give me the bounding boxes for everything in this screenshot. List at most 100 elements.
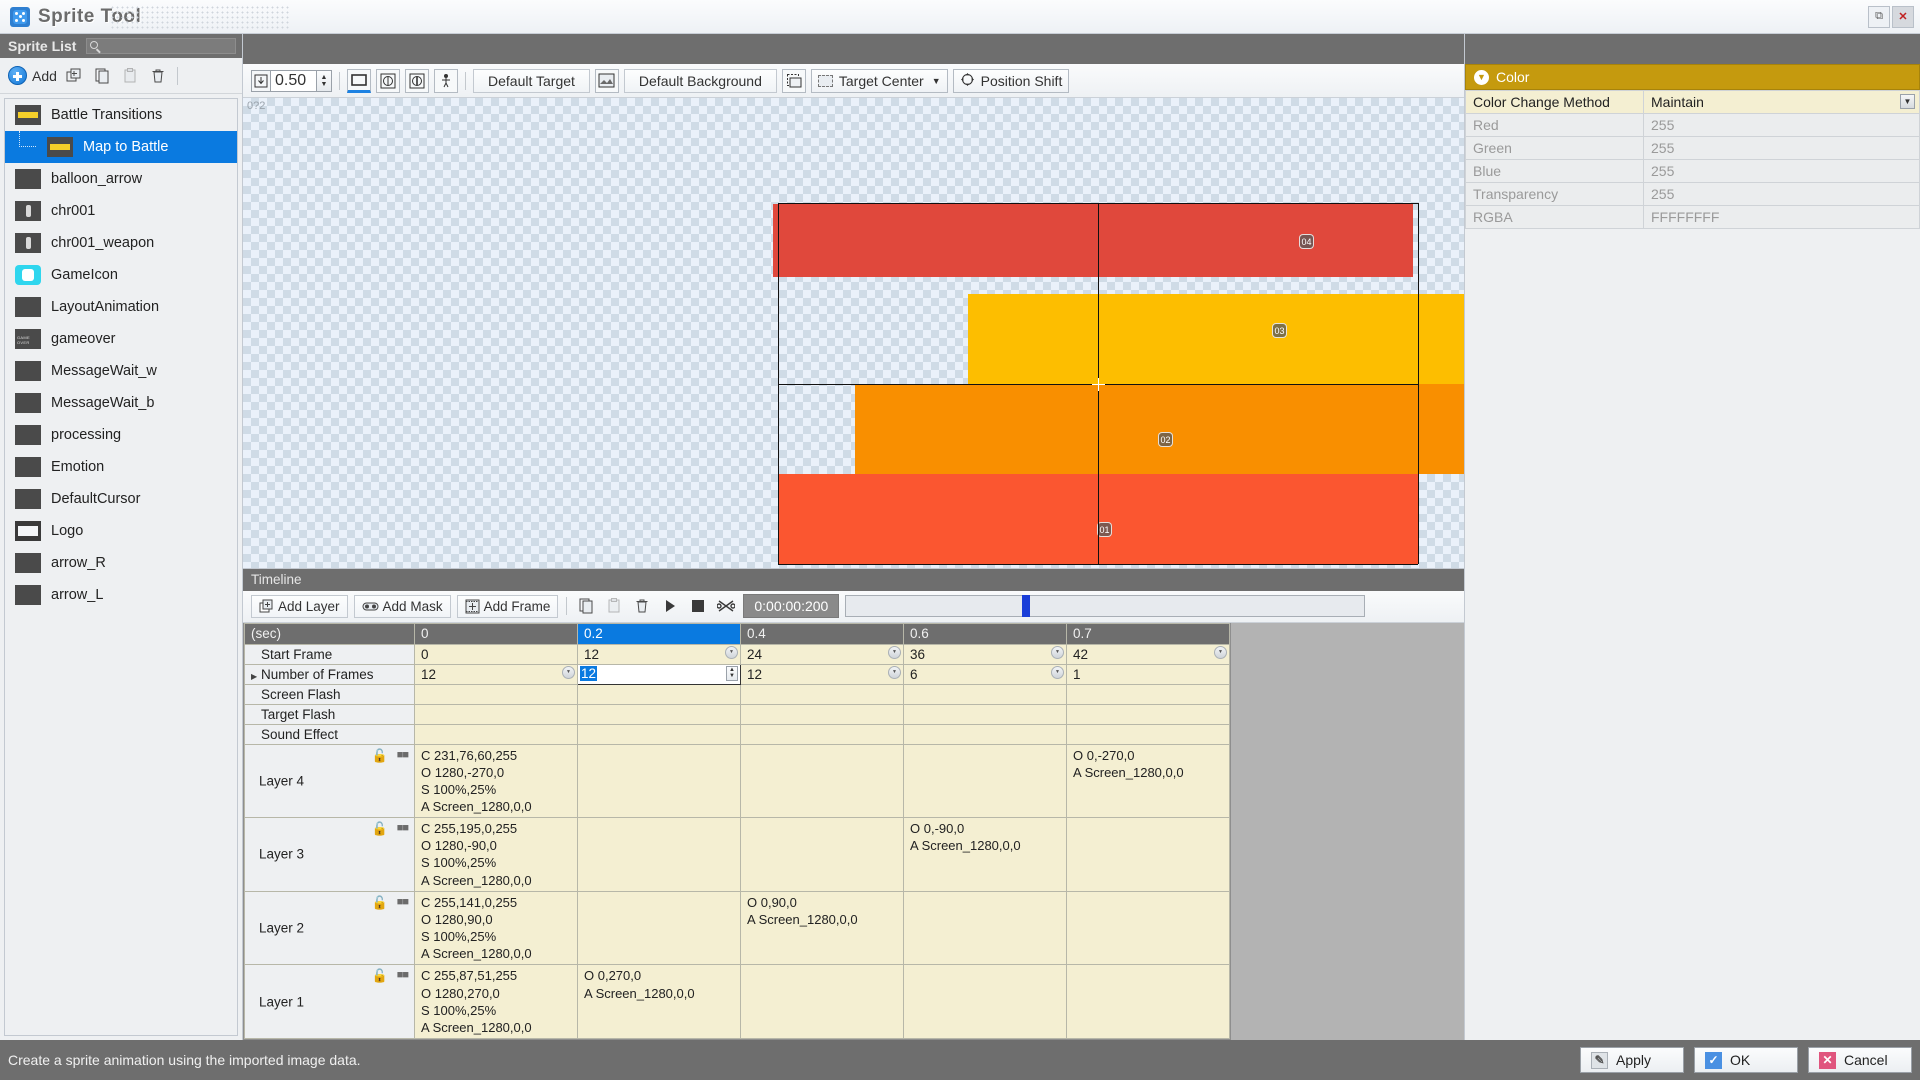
color-property-value[interactable]: 255 [1643,182,1920,206]
add-button[interactable]: Add [8,66,57,85]
cell-stepper[interactable]: ▼ [1051,645,1064,659]
sprite-list-item[interactable]: DefaultCursor [5,483,237,515]
canvas-badge-03[interactable]: 03 [1272,323,1287,338]
timeline-cell[interactable] [740,723,904,745]
canvas-layer-04[interactable] [773,204,1413,277]
timeline-layer-cell[interactable]: O 0,-90,0 A Screen_1280,0,0 [903,817,1067,892]
search-input[interactable] [86,38,237,54]
timeline-layer-cell[interactable] [903,964,1067,1039]
cell-stepper[interactable]: ▼ [562,665,575,679]
color-property-value[interactable]: Maintain ▼ [1643,90,1920,114]
canvas-layer-02[interactable] [855,384,1464,474]
cell-stepper[interactable]: ▲ ▼ [726,665,738,681]
fit-to-window-icon[interactable] [251,69,271,92]
cell-stepper[interactable]: ▼ [725,645,738,659]
ok-button[interactable]: ✓ OK [1694,1047,1798,1073]
timeline-scrubber[interactable] [845,595,1366,617]
paste-icon[interactable] [603,595,625,617]
timeline-cell[interactable]: 0 [414,643,578,665]
screen-frame-icon[interactable] [347,68,371,93]
zoom-value[interactable]: 0.50 [271,69,317,92]
link-icon[interactable]: ■■ [397,749,409,761]
cancel-button[interactable]: ✕ Cancel [1808,1047,1912,1073]
loop-icon[interactable] [715,595,737,617]
expander-icon[interactable]: ▶ [251,672,261,681]
sprite-list-item[interactable]: Battle Transitions [5,99,237,131]
paste-icon[interactable] [119,65,141,87]
zoom-stepper[interactable]: ▲ ▼ [317,69,332,92]
cell-stepper[interactable]: ▼ [1214,645,1227,659]
timeline-layer-cell[interactable] [903,890,1067,966]
timeline-cell-editing[interactable]: 12 ▲ ▼ [577,663,741,685]
timeline-cell[interactable] [577,683,741,705]
timeline-column-0.6[interactable]: 0.6 [903,622,1067,645]
sprite-list-item[interactable]: chr001_weapon [5,227,237,259]
duplicate-icon[interactable] [63,65,85,87]
delete-icon[interactable] [147,65,169,87]
timeline-cell[interactable] [1066,723,1230,745]
unlock-icon[interactable]: 🔓 [372,821,388,837]
timeline-column-0.2[interactable]: 0.2 [577,622,741,645]
timeline-layer-cell[interactable] [577,743,741,819]
copy-icon[interactable] [91,65,113,87]
timeline-layer-cell[interactable] [740,743,904,819]
timeline-cell[interactable] [414,683,578,705]
canvas-badge-01[interactable]: 01 [1097,522,1112,537]
actor-icon[interactable] [434,68,458,93]
timeline-cell[interactable]: 12 ▼ [740,663,904,685]
timeline-cell[interactable] [577,723,741,745]
add-layer-button[interactable]: Add Layer [251,594,348,618]
timeline-layer-name-cell[interactable]: Layer 1 🔓 ■■ [244,964,415,1039]
sprite-list-item[interactable]: processing [5,419,237,451]
timeline-cell[interactable] [903,703,1067,725]
timeline-cell[interactable]: 6 ▼ [903,663,1067,685]
timeline-cell[interactable]: 12 ▼ [577,643,741,665]
timeline-cell[interactable]: 36 ▼ [903,643,1067,665]
timeline-layer-name-cell[interactable]: Layer 4 🔓 ■■ [244,743,415,819]
timeline-layer-cell[interactable] [577,890,741,966]
timeline-layer-cell[interactable]: O 0,-270,0 A Screen_1280,0,0 [1066,743,1230,819]
copy-icon[interactable] [575,595,597,617]
canvas-layer-03[interactable] [968,294,1464,384]
canvas-badge-04[interactable]: 04 [1299,234,1314,249]
cell-stepper[interactable]: ▼ [888,665,901,679]
stop-icon[interactable] [687,595,709,617]
sprite-canvas[interactable]: 0?2 04 03 02 01 [243,98,1464,569]
timeline-layer-cell[interactable]: O 0,90,0 A Screen_1280,0,0 [740,890,904,966]
sprite-list-item[interactable]: MessageWait_b [5,387,237,419]
link-icon[interactable]: ■■ [397,969,409,981]
sprite-list-item[interactable]: MessageWait_w [5,355,237,387]
add-frame-button[interactable]: Add Frame [456,594,559,618]
delete-icon[interactable] [631,595,653,617]
timeline-column-0.7[interactable]: 0.7 [1066,622,1230,645]
timeline-cell[interactable] [740,703,904,725]
timeline-layer-cell[interactable]: C 231,76,60,255 O 1280,-270,0 S 100%,25%… [414,743,578,819]
link-icon[interactable]: ■■ [397,822,409,834]
sprite-list-item[interactable]: chr001 [5,195,237,227]
timeline-cell[interactable] [414,703,578,725]
grid-a-icon[interactable] [376,68,400,93]
timeline-layer-name-cell[interactable]: Layer 3 🔓 ■■ [244,817,415,892]
sprite-list-item[interactable]: LayoutAnimation [5,291,237,323]
timeline-layer-cell[interactable]: C 255,195,0,255 O 1280,-90,0 S 100%,25% … [414,817,578,892]
unlock-icon[interactable]: 🔓 [372,895,388,911]
sprite-list-item[interactable]: balloon_arrow [5,163,237,195]
timeline-column-0[interactable]: 0 [414,622,578,645]
default-target-button[interactable]: Default Target [473,68,590,93]
color-property-value[interactable]: FFFFFFFF [1643,205,1920,229]
chevron-down-icon[interactable]: ▼ [1900,94,1915,109]
cell-stepper[interactable]: ▼ [888,645,901,659]
grid-b-icon[interactable] [405,68,429,93]
timeline-layer-cell[interactable]: C 255,141,0,255 O 1280,90,0 S 100%,25% A… [414,890,578,966]
timeline-layer-cell[interactable] [903,743,1067,819]
timeline-column-label[interactable]: (sec) [244,622,415,645]
timeline-cell[interactable]: 12 ▼ [414,663,578,685]
zoom-control[interactable]: 0.50 ▲ ▼ [251,69,332,92]
background-image-icon[interactable] [594,68,619,93]
unlock-icon[interactable]: 🔓 [372,748,388,764]
sprite-list-item[interactable]: arrow_R [5,547,237,579]
timeline-layer-cell[interactable]: C 255,87,51,255 O 1280,270,0 S 100%,25% … [414,964,578,1039]
unlock-icon[interactable]: 🔓 [372,968,388,984]
timeline-layer-cell[interactable] [740,817,904,892]
add-mask-button[interactable]: Add Mask [353,594,451,618]
